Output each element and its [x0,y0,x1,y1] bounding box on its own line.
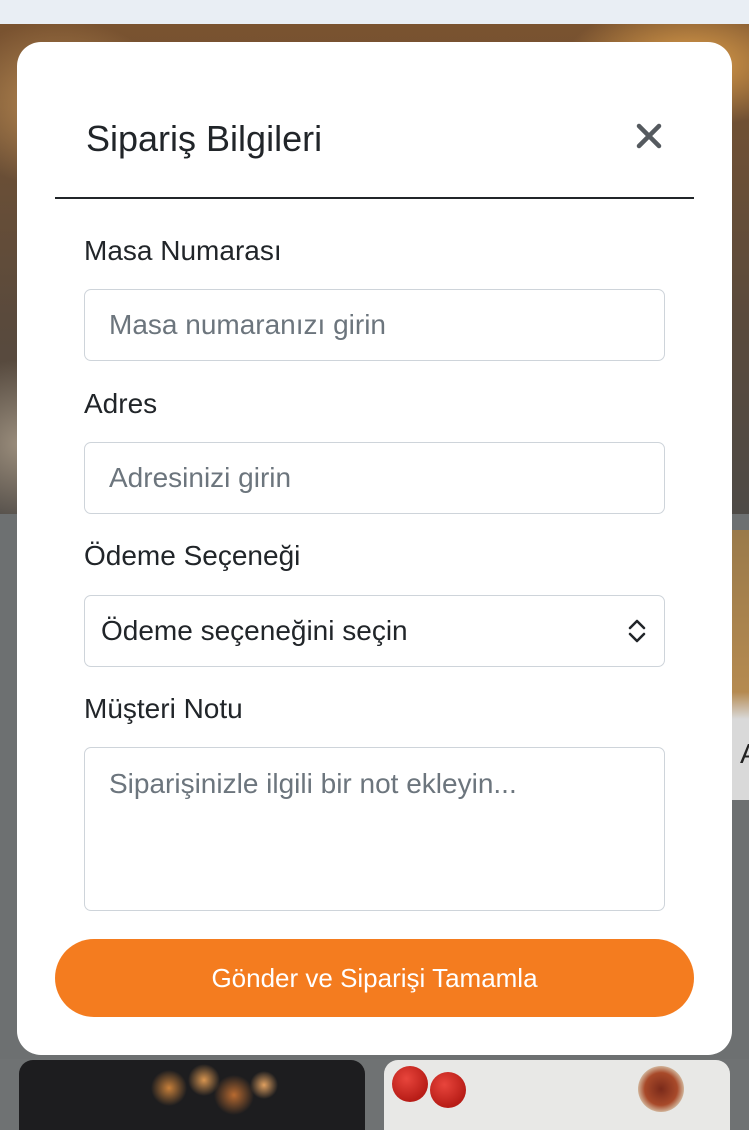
submit-order-button[interactable]: Gönder ve Siparişi Tamamla [55,939,694,1017]
payment-option-label: Ödeme Seçeneği [84,540,301,571]
header-divider [55,197,694,199]
address-input[interactable] [84,442,665,514]
browser-top-bar [0,0,749,24]
table-number-label: Masa Numarası [84,235,282,266]
close-button[interactable] [629,116,669,156]
order-info-modal: Sipariş Bilgileri Masa Numarası Adres Öd… [17,42,732,1055]
table-number-input[interactable] [84,289,665,361]
background-food-image-2 [384,1060,730,1130]
address-label: Adres [84,388,158,419]
modal-title: Sipariş Bilgileri [86,118,323,159]
customer-note-label: Müşteri Notu [84,693,243,724]
customer-note-textarea[interactable] [84,747,665,911]
payment-option-selected: Ödeme seçeneğini seçin [101,615,408,646]
close-icon [636,123,662,149]
payment-option-select[interactable]: Ödeme seçeneğini seçin [84,595,665,667]
background-food-image-1 [19,1060,365,1130]
chevron-updown-icon [628,619,646,643]
background-card-title: A [740,738,749,770]
